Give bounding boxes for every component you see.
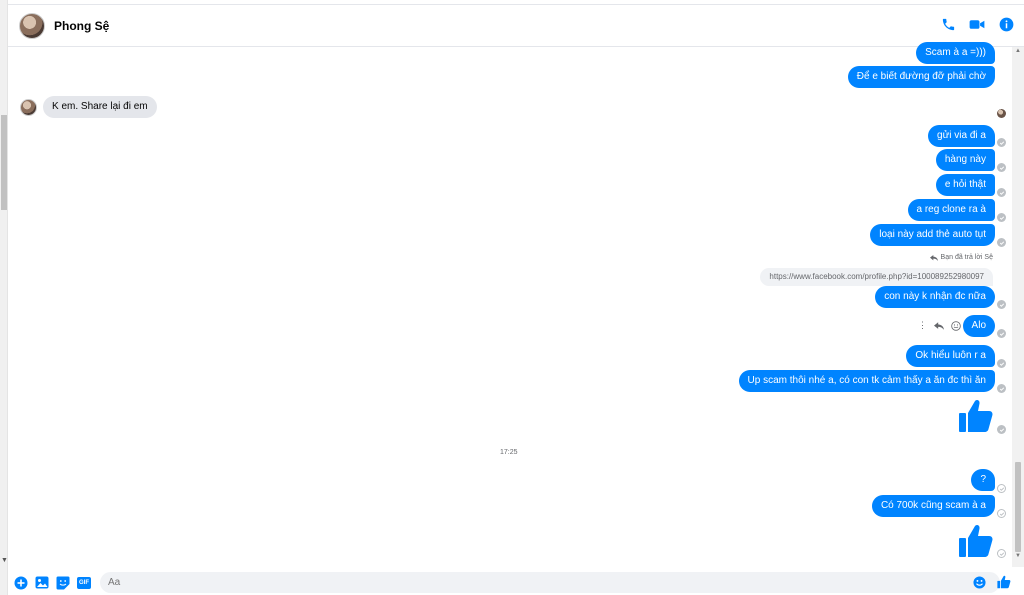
delivered-check-icon — [997, 509, 1006, 518]
messenger-window: ▼ Phong Sệ ▲ ▼ Scam à a =))) Để e biết đ… — [0, 0, 1024, 595]
photo-icon[interactable] — [35, 576, 49, 590]
thumbs-up-icon[interactable] — [958, 523, 994, 559]
sticker-icon[interactable] — [56, 576, 70, 590]
replied-link-preview[interactable]: https://www.facebook.com/profile.php?id=… — [760, 268, 993, 286]
message-actions: ⋮ — [918, 320, 961, 331]
emoji-icon[interactable] — [973, 576, 986, 589]
sent-check-icon — [997, 213, 1006, 222]
outgoing-message[interactable]: Alo — [962, 315, 995, 337]
react-emoji-icon[interactable] — [951, 320, 961, 331]
sent-check-icon — [997, 138, 1006, 147]
reply-note-text: Bạn đã trả lời Sệ — [940, 254, 993, 261]
outgoing-message[interactable]: a reg clone ra à — [907, 199, 995, 221]
reply-arrow-icon — [929, 254, 938, 261]
outgoing-message[interactable]: Scam à a =))) — [916, 42, 995, 64]
sent-check-icon — [997, 188, 1006, 197]
left-scrollbar[interactable]: ▼ — [0, 0, 8, 595]
sent-check-icon — [997, 300, 1006, 309]
outgoing-message[interactable]: Có 700k cũng scam à a — [871, 495, 995, 517]
add-more-icon[interactable] — [14, 576, 28, 590]
info-icon[interactable] — [998, 16, 1014, 32]
header-actions — [940, 16, 1014, 32]
gif-button[interactable]: GIF — [77, 576, 91, 589]
outgoing-message[interactable]: con này k nhận đc nữa — [875, 286, 995, 308]
seen-avatar — [997, 109, 1006, 118]
conversation-header: Phong Sệ — [8, 5, 1024, 47]
phone-icon[interactable] — [940, 16, 956, 32]
outgoing-message[interactable]: hàng này — [935, 149, 995, 171]
outgoing-message[interactable]: gửi via đi a — [928, 125, 995, 147]
outgoing-message[interactable]: Ok hiểu luôn r a — [906, 345, 995, 367]
thumbs-up-icon[interactable] — [958, 398, 994, 434]
contact-name[interactable]: Phong Sệ — [54, 19, 109, 33]
delivered-check-icon — [997, 484, 1006, 493]
message-input[interactable] — [100, 572, 1000, 593]
message-timestamp: 17:25 — [500, 449, 518, 456]
video-icon[interactable] — [969, 16, 985, 32]
send-like-icon[interactable] — [997, 575, 1011, 589]
sent-check-icon — [997, 163, 1006, 172]
sent-check-icon — [997, 425, 1006, 434]
sent-check-icon — [997, 384, 1006, 393]
left-scroll-down-arrow[interactable]: ▼ — [1, 557, 8, 564]
sent-check-icon — [997, 359, 1006, 368]
message-composer: GIF — [8, 570, 1024, 595]
left-scrollbar-thumb[interactable] — [1, 115, 7, 210]
outgoing-message[interactable]: Up scam thôi nhé a, có con tk cảm thấy a… — [738, 370, 995, 392]
sender-avatar[interactable] — [20, 99, 37, 116]
more-options-icon[interactable]: ⋮ — [918, 320, 927, 331]
sent-check-icon — [997, 238, 1006, 247]
right-scroll-down-arrow[interactable]: ▼ — [1015, 553, 1021, 559]
delivered-check-icon — [997, 549, 1006, 558]
right-scroll-up-arrow[interactable]: ▲ — [1015, 48, 1021, 54]
contact-avatar[interactable] — [19, 12, 45, 39]
incoming-message[interactable]: K em. Share lại đi em — [43, 96, 157, 118]
outgoing-message[interactable]: ? — [971, 469, 995, 491]
reply-note: Bạn đã trả lời Sệ — [929, 254, 993, 261]
sent-check-icon — [997, 329, 1006, 338]
reply-icon[interactable] — [934, 321, 944, 330]
outgoing-message[interactable]: Để e biết đường đỡ phải chờ — [847, 66, 995, 88]
outgoing-message[interactable]: loại này add thẻ auto tụt — [870, 224, 995, 246]
outgoing-message[interactable]: e hỏi thật — [935, 174, 995, 196]
right-scrollbar-thumb[interactable] — [1015, 462, 1021, 552]
